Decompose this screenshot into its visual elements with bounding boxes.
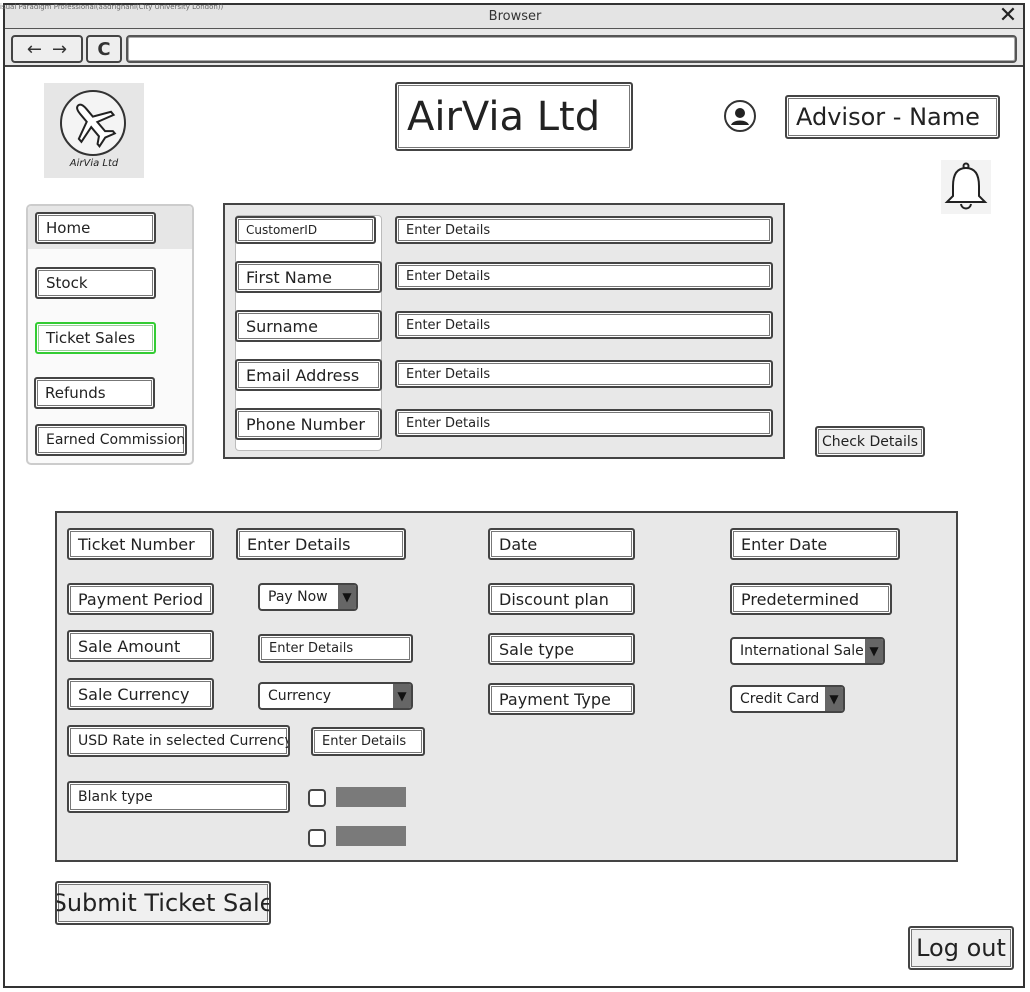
- forward-arrow-icon[interactable]: →: [52, 39, 67, 60]
- payment-period-label: Payment Period: [67, 583, 214, 615]
- sale-currency-select[interactable]: Currency ▼: [258, 682, 413, 710]
- chevron-down-icon: ▼: [865, 639, 883, 663]
- submit-ticket-sale-button[interactable]: Submit Ticket Sale: [55, 881, 271, 925]
- surname-label: Surname: [235, 310, 382, 342]
- sale-type-select[interactable]: International Sale ▼: [730, 637, 885, 665]
- browser-title: Browser: [488, 9, 542, 24]
- payment-type-select[interactable]: Credit Card ▼: [730, 685, 845, 713]
- advisor-name-label: Advisor - Name: [785, 95, 1000, 139]
- customer-id-input[interactable]: Enter Details: [395, 216, 773, 244]
- page-title: AirVia Ltd: [395, 82, 633, 151]
- sale-amount-label: Sale Amount: [67, 630, 214, 662]
- sidebar-item-stock[interactable]: Stock: [35, 267, 156, 299]
- blank-type-label: Blank type: [67, 781, 290, 813]
- phone-number-input[interactable]: Enter Details: [395, 409, 773, 437]
- payment-period-select[interactable]: Pay Now ▼: [258, 583, 358, 611]
- discount-plan-label: Discount plan: [488, 583, 635, 615]
- first-name-input[interactable]: Enter Details: [395, 262, 773, 290]
- airplane-icon: [60, 90, 126, 156]
- ticket-number-label: Ticket Number: [67, 528, 214, 560]
- sale-type-value: International Sale: [740, 643, 864, 659]
- back-forward-buttons: ← →: [11, 35, 83, 63]
- phone-number-label: Phone Number: [235, 408, 382, 440]
- usd-rate-input[interactable]: Enter Details: [311, 727, 425, 756]
- payment-type-value: Credit Card: [740, 691, 820, 707]
- blank-type-option-1-label: [336, 787, 406, 807]
- sidebar-item-earned-commission[interactable]: Earned Commission: [35, 424, 187, 456]
- customer-id-label: CustomerID: [235, 216, 376, 244]
- sale-amount-input[interactable]: Enter Details: [258, 634, 413, 663]
- email-address-input[interactable]: Enter Details: [395, 360, 773, 388]
- sale-type-label: Sale type: [488, 633, 635, 665]
- blank-type-checkbox-1[interactable]: [308, 789, 326, 807]
- sale-currency-value: Currency: [268, 688, 332, 704]
- sale-currency-label: Sale Currency: [67, 678, 214, 710]
- chevron-down-icon: ▼: [393, 684, 411, 708]
- first-name-label: First Name: [235, 261, 382, 293]
- ticket-number-input[interactable]: Enter Details: [236, 528, 406, 560]
- date-input[interactable]: Enter Date: [730, 528, 900, 560]
- blank-type-option-2-label: [336, 826, 406, 846]
- sidebar-item-refunds[interactable]: Refunds: [34, 377, 155, 409]
- usd-rate-label: USD Rate in selected Currency: [67, 725, 290, 757]
- logo-caption: AirVia Ltd: [69, 158, 119, 169]
- email-address-label: Email Address: [235, 359, 382, 391]
- sidebar-item-ticket-sales[interactable]: Ticket Sales: [35, 322, 156, 354]
- user-icon[interactable]: [724, 100, 756, 132]
- chevron-down-icon: ▼: [825, 687, 843, 711]
- close-icon[interactable]: ✕: [996, 5, 1020, 27]
- sidebar-item-home[interactable]: Home: [35, 212, 156, 244]
- payment-period-value: Pay Now: [268, 589, 328, 605]
- url-bar[interactable]: [126, 35, 1017, 63]
- surname-input[interactable]: Enter Details: [395, 311, 773, 339]
- back-arrow-icon[interactable]: ←: [27, 39, 42, 60]
- discount-plan-value: Predetermined: [730, 583, 892, 615]
- blank-type-checkbox-2[interactable]: [308, 829, 326, 847]
- payment-type-label: Payment Type: [488, 683, 635, 715]
- date-label: Date: [488, 528, 635, 560]
- logout-button[interactable]: Log out: [908, 926, 1014, 970]
- check-details-button[interactable]: Check Details: [815, 426, 925, 457]
- refresh-icon[interactable]: C: [86, 35, 122, 63]
- company-logo: AirVia Ltd: [44, 83, 144, 178]
- chevron-down-icon: ▼: [338, 585, 356, 609]
- bell-icon[interactable]: [941, 160, 991, 214]
